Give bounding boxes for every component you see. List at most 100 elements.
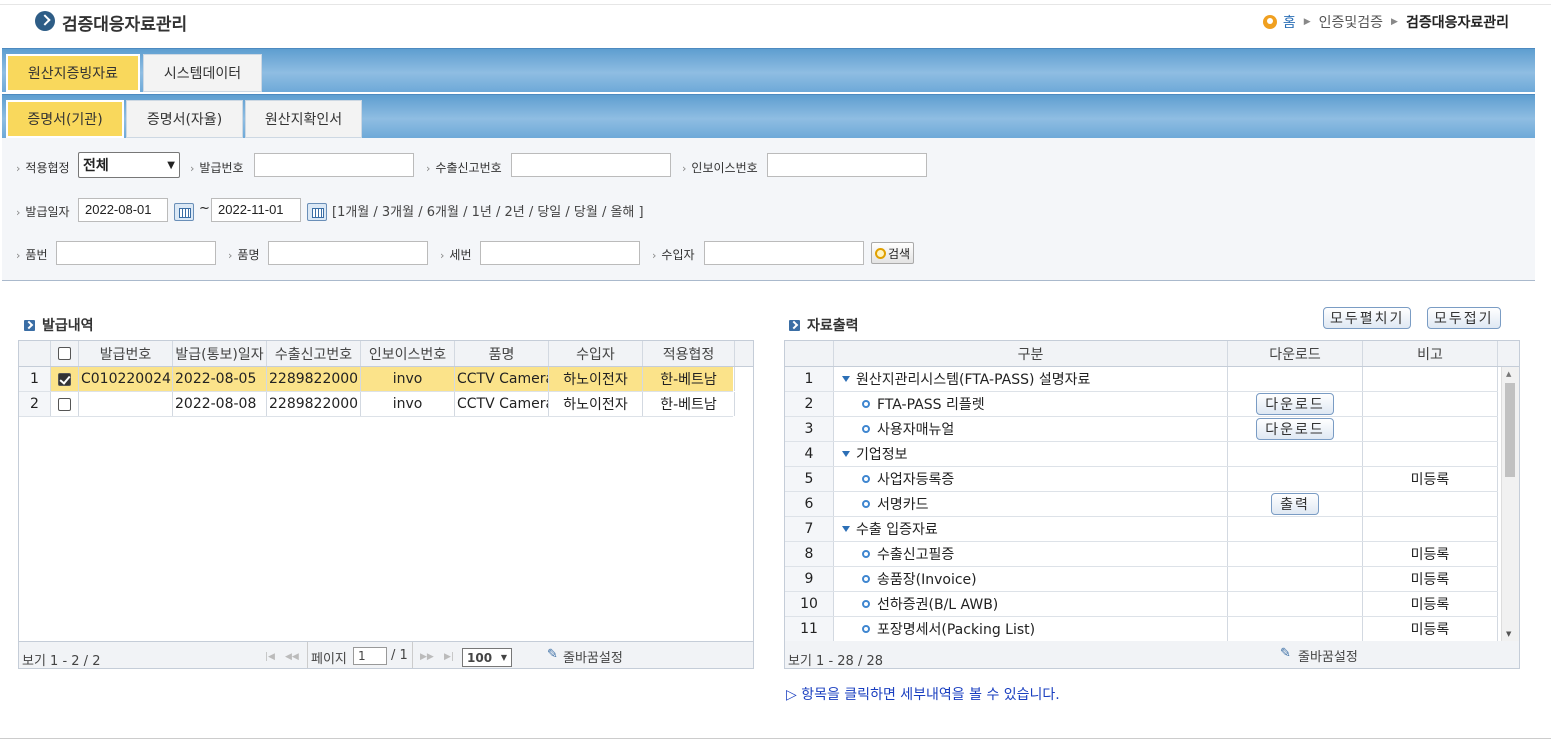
- breadcrumb-level1[interactable]: 인증및검증: [1319, 12, 1383, 32]
- col-issue-date[interactable]: 발급(통보)일자: [173, 341, 267, 366]
- col-download[interactable]: 다운로드: [1228, 341, 1363, 366]
- col-importer[interactable]: 수입자: [549, 341, 643, 366]
- page-input[interactable]: 1: [353, 647, 387, 665]
- col-select-all[interactable]: [51, 341, 79, 366]
- row-checkbox-cell[interactable]: [51, 392, 79, 416]
- note-cell: 미등록: [1363, 592, 1498, 616]
- expand-triangle-icon[interactable]: [842, 526, 850, 532]
- date-from-input[interactable]: 2022-08-01: [78, 198, 168, 222]
- collapse-all-button[interactable]: 모두접기: [1427, 307, 1501, 329]
- tree-row[interactable]: 3 사용자매뉴얼 다운로드: [785, 417, 1498, 442]
- table-row[interactable]: 2 2022-08-08 2289822000 invo CCTV Camera…: [19, 392, 735, 417]
- calendar-icon[interactable]: [307, 203, 327, 221]
- print-button[interactable]: 출력: [1271, 493, 1319, 515]
- bullet-icon: [862, 550, 870, 558]
- tree-row[interactable]: 1 원산지관리시스템(FTA-PASS) 설명자료: [785, 367, 1498, 392]
- tab-system-data[interactable]: 시스템데이터: [143, 54, 262, 92]
- download-cell: 출력: [1228, 492, 1363, 516]
- last-page-icon[interactable]: ▶|: [444, 652, 454, 662]
- tree-row[interactable]: 2 FTA-PASS 리플렛 다운로드: [785, 392, 1498, 417]
- tab-origin-confirmation[interactable]: 원산지확인서: [245, 100, 362, 138]
- importer-input[interactable]: [704, 241, 864, 265]
- row-checkbox[interactable]: [58, 372, 71, 386]
- tree-row[interactable]: 10 선하증권(B/L AWB) 미등록: [785, 592, 1498, 617]
- scrollbar-thumb[interactable]: [1505, 383, 1515, 477]
- tree-row[interactable]: 9 송품장(Invoice) 미등록: [785, 567, 1498, 592]
- quick-date-ranges[interactable]: [1개월 / 3개월 / 6개월 / 1년 / 2년 / 당일 / 당월 / 올…: [332, 201, 644, 220]
- tree-row[interactable]: 4 기업정보: [785, 442, 1498, 467]
- export-decl-label: 수출신고번호: [426, 159, 501, 176]
- tree-label: 송품장(Invoice): [877, 572, 977, 588]
- select-all-checkbox[interactable]: [58, 347, 71, 360]
- col-note[interactable]: 비고: [1363, 341, 1498, 366]
- tree-item[interactable]: FTA-PASS 리플렛: [834, 392, 1228, 416]
- chevron-down-icon: ▼: [500, 653, 507, 662]
- tree-item[interactable]: 서명카드: [834, 492, 1228, 516]
- tab-cert-self[interactable]: 증명서(자율): [126, 100, 243, 138]
- invoice-input[interactable]: [767, 153, 927, 177]
- tree-group[interactable]: 수출 입증자료: [834, 517, 1228, 541]
- first-page-icon[interactable]: |◀: [265, 652, 275, 662]
- row-number: 11: [785, 617, 834, 641]
- agreement-select[interactable]: 전체 ▼: [78, 152, 180, 178]
- tab-origin-evidence[interactable]: 원산지증빙자료: [6, 54, 140, 92]
- download-button[interactable]: 다운로드: [1256, 393, 1334, 415]
- table-row[interactable]: 1 C010220024 2022-08-05 2289822000 invo …: [19, 367, 735, 392]
- wrap-setting-button[interactable]: 줄바꿈설정: [1298, 646, 1358, 665]
- page-size-value: 100: [467, 650, 493, 665]
- tree-item[interactable]: 사용자매뉴얼: [834, 417, 1228, 441]
- hs-code-input[interactable]: [480, 241, 640, 265]
- item-name-input[interactable]: [268, 241, 428, 265]
- scroll-up-icon[interactable]: ▲: [1506, 370, 1511, 378]
- col-item[interactable]: 품명: [455, 341, 549, 366]
- expand-all-button[interactable]: 모두펼치기: [1323, 307, 1412, 329]
- tree-item[interactable]: 포장명세서(Packing List): [834, 617, 1228, 641]
- tree-item[interactable]: 사업자등록증: [834, 467, 1228, 491]
- tree-item[interactable]: 수출신고필증: [834, 542, 1228, 566]
- cell-issue-no: [79, 392, 173, 416]
- issue-list-title-text: 발급내역: [42, 318, 94, 334]
- date-to-input[interactable]: 2022-11-01: [211, 198, 301, 222]
- calendar-icon[interactable]: [174, 203, 194, 221]
- page-size-select[interactable]: 100 ▼: [462, 648, 512, 667]
- tree-item[interactable]: 송품장(Invoice): [834, 567, 1228, 591]
- col-agreement[interactable]: 적용협정: [643, 341, 735, 366]
- vertical-scrollbar[interactable]: ▲ ▼: [1501, 367, 1519, 641]
- col-category[interactable]: 구분: [834, 341, 1228, 366]
- prev-page-icon[interactable]: ◀◀: [285, 652, 299, 662]
- download-button[interactable]: 다운로드: [1256, 418, 1334, 440]
- agreement-select-value: 전체: [83, 158, 109, 174]
- scroll-down-icon[interactable]: ▼: [1506, 630, 1511, 638]
- row-checkbox-cell[interactable]: [51, 367, 79, 391]
- col-issue-no[interactable]: 발급번호: [79, 341, 173, 366]
- wrap-setting-button[interactable]: 줄바꿈설정: [563, 647, 623, 666]
- col-invoice[interactable]: 인보이스번호: [361, 341, 455, 366]
- breadcrumb-home[interactable]: 홈: [1283, 12, 1296, 32]
- export-decl-input[interactable]: [511, 153, 671, 177]
- cell-item: CCTV Camera: [455, 392, 549, 416]
- issue-no-input[interactable]: [254, 153, 414, 177]
- tree-label: FTA-PASS 리플렛: [877, 397, 985, 413]
- cell-invoice: invo: [361, 392, 455, 416]
- search-button[interactable]: 검색: [871, 242, 915, 264]
- item-no-input[interactable]: [56, 241, 216, 265]
- row-number: 10: [785, 592, 834, 616]
- tree-row[interactable]: 8 수출신고필증 미등록: [785, 542, 1498, 567]
- tree-group[interactable]: 기업정보: [834, 442, 1228, 466]
- col-export-no[interactable]: 수출신고번호: [267, 341, 361, 366]
- expand-triangle-icon[interactable]: [842, 376, 850, 382]
- next-page-icon[interactable]: ▶▶: [420, 652, 434, 662]
- tree-group[interactable]: 원산지관리시스템(FTA-PASS) 설명자료: [834, 367, 1228, 391]
- tree-row[interactable]: 7 수출 입증자료: [785, 517, 1498, 542]
- row-number: 2: [785, 392, 834, 416]
- bullet-icon: [862, 425, 870, 433]
- tree-row[interactable]: 6 서명카드 출력: [785, 492, 1498, 517]
- expand-triangle-icon[interactable]: [842, 451, 850, 457]
- tree-item[interactable]: 선하증권(B/L AWB): [834, 592, 1228, 616]
- note-cell: [1363, 517, 1498, 541]
- tree-row[interactable]: 5 사업자등록증 미등록: [785, 467, 1498, 492]
- row-checkbox[interactable]: [58, 397, 71, 411]
- output-title-text: 자료출력: [807, 318, 859, 334]
- tree-row[interactable]: 11 포장명세서(Packing List) 미등록: [785, 617, 1498, 641]
- tab-cert-agency[interactable]: 증명서(기관): [6, 100, 124, 138]
